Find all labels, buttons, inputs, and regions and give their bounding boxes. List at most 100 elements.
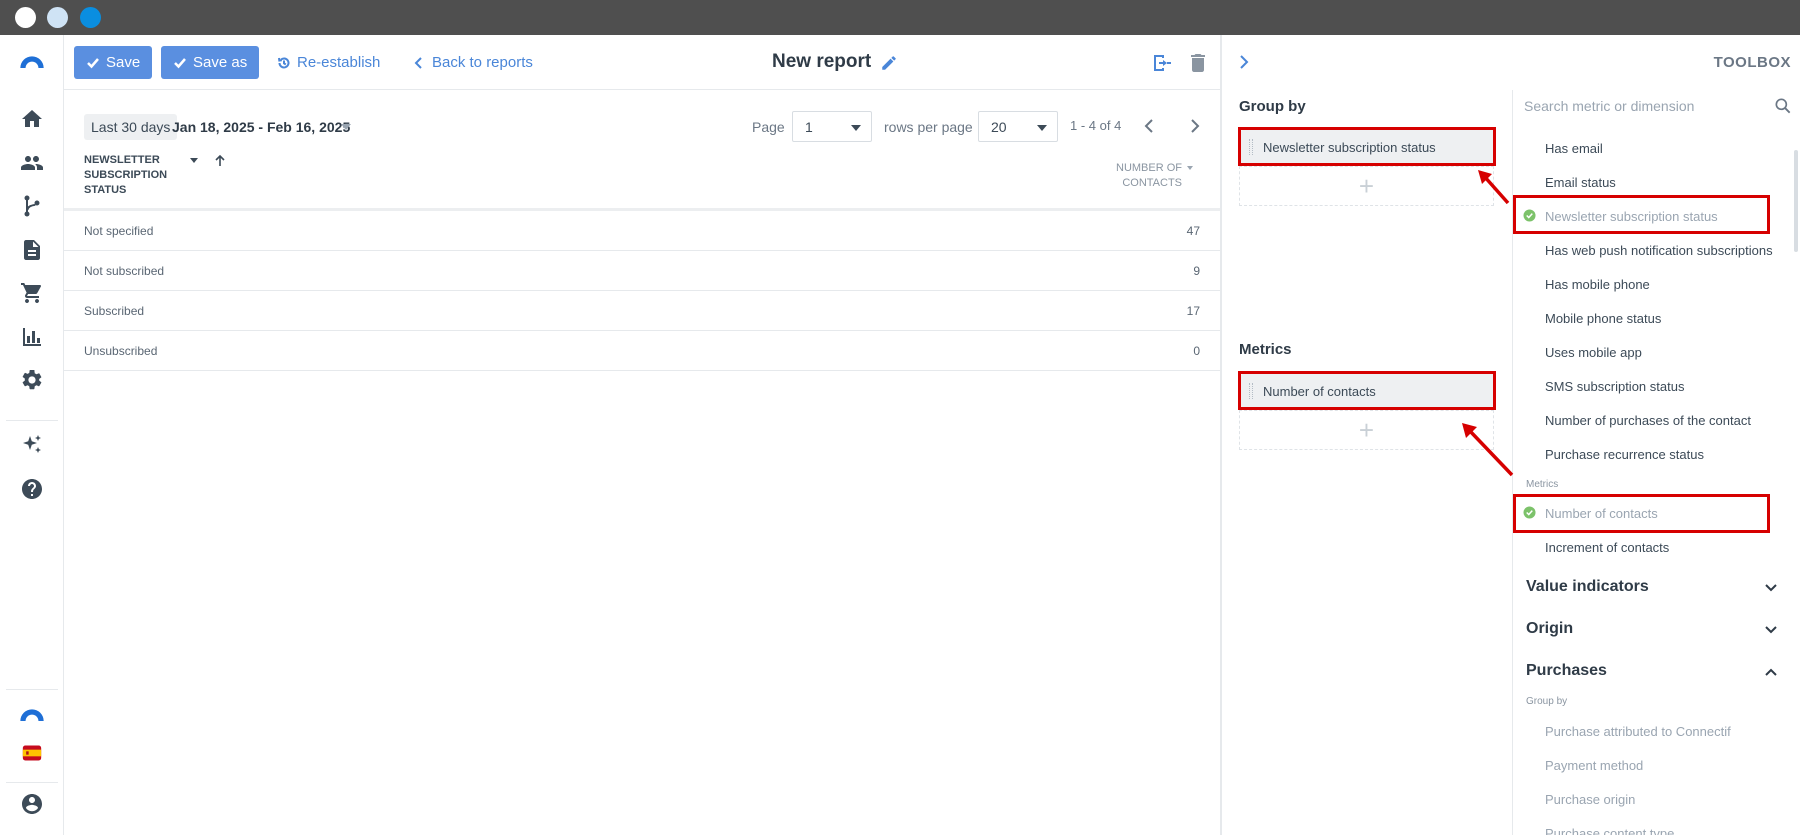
toolbox-item-uses-mobile-app[interactable]: Uses mobile app (1545, 345, 1642, 360)
save-button[interactable]: Save (74, 46, 153, 79)
rail-divider (6, 689, 58, 690)
rail-divider (6, 782, 58, 783)
rail-divider (6, 420, 58, 421)
row-value: 0 (1193, 344, 1200, 358)
toolbox-item-number-of-purchases[interactable]: Number of purchases of the contact (1545, 413, 1751, 428)
metrics-title: Metrics (1239, 341, 1292, 358)
table-row[interactable]: Subscribed 17 (64, 291, 1220, 331)
save-as-button[interactable]: Save as (161, 46, 260, 79)
toolbox-item-increment-of-contacts[interactable]: Increment of contacts (1545, 540, 1669, 555)
date-range[interactable]: Jan 18, 2025 - Feb 16, 2025 (172, 119, 350, 135)
search-icon[interactable] (1773, 96, 1793, 116)
toolbox-item-has-email[interactable]: Has email (1545, 141, 1603, 156)
language-spain-flag-icon[interactable] (18, 739, 46, 767)
panel-header: TOOLBOX (1222, 35, 1800, 90)
toolbox-item-purchase-content-type[interactable]: Purchase content type (1545, 826, 1674, 835)
store-cart-icon[interactable] (18, 279, 46, 307)
highlight-box (1513, 195, 1770, 234)
save-as-button-label: Save as (193, 54, 248, 71)
workflows-icon[interactable] (18, 192, 46, 220)
highlight-box (1513, 494, 1770, 533)
period-chip[interactable]: Last 30 days (84, 114, 178, 140)
search-input[interactable]: Search metric or dimension (1524, 98, 1794, 118)
left-nav-rail (0, 35, 64, 835)
toolbox-item-payment-method[interactable]: Payment method (1545, 758, 1643, 773)
column-header-number-of-contacts[interactable]: NUMBER OF CONTACTS (1100, 161, 1182, 191)
annotation-arrow (1478, 170, 1510, 205)
window-maximize-dot[interactable] (80, 7, 101, 28)
column-menu-caret-icon[interactable] (190, 158, 198, 163)
back-to-reports-label: Back to reports (432, 54, 533, 71)
window-minimize-dot[interactable] (47, 7, 68, 28)
toolbox-item-mobile-phone-status[interactable]: Mobile phone status (1545, 311, 1661, 326)
chevron-up-icon[interactable] (1763, 664, 1779, 680)
group-by-title: Group by (1239, 98, 1306, 115)
sort-ascending-icon[interactable] (213, 154, 227, 168)
content-icon[interactable] (18, 236, 46, 264)
delete-trash-icon[interactable] (1186, 51, 1210, 75)
section-value-indicators[interactable]: Value indicators (1526, 578, 1649, 596)
plus-icon: + (1358, 170, 1375, 201)
range-info: 1 - 4 of 4 (1070, 118, 1122, 133)
export-icon[interactable] (1150, 51, 1174, 75)
collapse-panel-chevron-icon[interactable] (1236, 54, 1252, 70)
rows-per-page-label: rows per page (884, 119, 973, 135)
toolbox-item-purchase-origin[interactable]: Purchase origin (1545, 792, 1635, 807)
settings-gear-icon[interactable] (18, 366, 46, 394)
toolbox-item-email-status[interactable]: Email status (1545, 175, 1616, 190)
ai-sparkle-icon[interactable] (18, 431, 46, 459)
chevron-down-icon[interactable] (1763, 580, 1779, 596)
prev-page-chevron-icon[interactable] (1141, 117, 1159, 135)
check-icon (174, 57, 186, 68)
next-page-chevron-icon[interactable] (1185, 117, 1203, 135)
contacts-icon[interactable] (18, 149, 46, 177)
annotation-arrow (1462, 423, 1514, 477)
row-value: 47 (1186, 224, 1200, 238)
home-icon[interactable] (18, 105, 46, 133)
rows-per-page-value: 20 (991, 119, 1007, 135)
purchases-group-by-label: Group by (1526, 696, 1568, 707)
plus-icon: + (1358, 414, 1375, 445)
header-line: NUMBER OF (1116, 162, 1182, 174)
back-to-reports-link[interactable]: Back to reports (412, 46, 533, 79)
page-select[interactable]: 1 (792, 111, 872, 142)
table-row[interactable]: Not specified 47 (64, 211, 1220, 251)
toolbox-item-has-mobile-phone[interactable]: Has mobile phone (1545, 277, 1650, 292)
section-origin[interactable]: Origin (1526, 620, 1573, 638)
toolbox-item-web-push[interactable]: Has web push notification subscriptions (1545, 243, 1773, 258)
user-profile-icon[interactable] (18, 790, 46, 818)
reestablish-button[interactable]: Re-establish (277, 46, 380, 79)
column-menu-caret-icon[interactable] (1187, 166, 1193, 170)
group-by-dropzone[interactable]: + (1239, 166, 1494, 206)
window-close-dot[interactable] (15, 7, 36, 28)
toolbox-item-sms-subscription-status[interactable]: SMS subscription status (1545, 379, 1684, 394)
rows-per-page-select[interactable]: 20 (978, 111, 1058, 142)
highlight-box (1238, 127, 1496, 166)
check-icon (87, 57, 99, 68)
account-logo-icon[interactable] (18, 700, 46, 728)
row-label: Unsubscribed (84, 344, 158, 358)
reports-chart-icon[interactable] (18, 323, 46, 351)
chevron-down-icon[interactable] (1763, 622, 1779, 638)
row-label: Not specified (84, 224, 154, 238)
help-icon[interactable] (18, 475, 46, 503)
column-header-newsletter-status[interactable]: NEWSLETTER SUBSCRIPTION STATUS (84, 153, 167, 198)
row-value: 17 (1186, 304, 1200, 318)
header-line: NEWSLETTER (84, 154, 160, 166)
save-button-label: Save (106, 54, 141, 71)
row-label: Not subscribed (84, 264, 165, 278)
toolbox-item-purchase-recurrence[interactable]: Purchase recurrence status (1545, 447, 1704, 462)
row-value: 9 (1193, 264, 1200, 278)
table-row[interactable]: Unsubscribed 0 (64, 331, 1220, 371)
table-row[interactable]: Not subscribed 9 (64, 251, 1220, 291)
window-titlebar (0, 0, 1800, 35)
toolbox-item-purchase-attributed[interactable]: Purchase attributed to Connectif (1545, 724, 1731, 739)
section-purchases[interactable]: Purchases (1526, 662, 1607, 680)
app-logo-icon[interactable] (18, 47, 46, 75)
toolbox-scrollbar[interactable] (1794, 150, 1798, 252)
toolbox-title: TOOLBOX (1713, 54, 1791, 71)
chevron-down-icon[interactable] (341, 124, 351, 130)
header-line: CONTACTS (1122, 177, 1182, 189)
page-select-value: 1 (805, 119, 813, 135)
edit-pencil-icon[interactable] (880, 54, 898, 72)
